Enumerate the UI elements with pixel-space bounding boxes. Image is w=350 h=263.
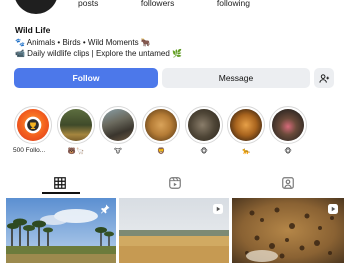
highlight-item[interactable] <box>99 106 137 144</box>
follow-button[interactable]: Follow <box>14 68 158 88</box>
bio-line-1: 🐾 Animals • Birds • Wild Moments 🐂 <box>15 38 151 47</box>
tab-tagged[interactable] <box>281 176 297 190</box>
stat-following-label[interactable]: following <box>217 0 250 8</box>
add-user-icon <box>318 73 329 83</box>
stat-followers-label[interactable]: followers <box>141 0 175 8</box>
profile-name: Wild Life <box>15 25 51 35</box>
message-button[interactable]: Message <box>162 68 310 88</box>
pin-icon <box>101 204 110 214</box>
post-thumbnail[interactable] <box>6 198 116 263</box>
trophy-icon <box>24 116 42 134</box>
profile-stats: posts followers following <box>78 0 250 8</box>
tab-reels[interactable] <box>168 176 184 190</box>
highlight-label: 🐆 <box>241 148 251 155</box>
highlight-item[interactable] <box>57 106 95 144</box>
add-user-button[interactable] <box>314 68 334 88</box>
highlight-item[interactable] <box>227 106 265 144</box>
post-thumbnail[interactable] <box>232 198 344 263</box>
highlight-label: 🐵 <box>284 148 292 155</box>
reels-icon <box>169 177 181 189</box>
grid-icon <box>54 177 66 189</box>
highlight-label: 500 Follo... <box>13 147 46 154</box>
bio-line-2: 📹 Daily wildlife clips | Explore the unt… <box>15 49 182 58</box>
post-thumbnail[interactable] <box>119 198 229 263</box>
highlight-label: 🦁 <box>156 148 166 155</box>
highlight-label: 🐻🦙 <box>67 148 85 155</box>
tab-grid[interactable] <box>53 176 69 190</box>
highlight-label: 🐮 <box>114 148 122 155</box>
highlight-item[interactable] <box>185 106 223 144</box>
highlight-label: 🐵 <box>200 148 208 155</box>
reel-play-icon <box>328 204 338 214</box>
reel-play-icon <box>213 204 223 214</box>
highlight-500-followers[interactable] <box>14 106 52 144</box>
highlight-item[interactable] <box>269 106 307 144</box>
profile-avatar[interactable] <box>14 0 58 14</box>
tagged-icon <box>282 177 294 189</box>
profile-tabs <box>0 172 350 194</box>
stat-posts-label[interactable]: posts <box>78 0 98 8</box>
tab-active-indicator <box>42 192 80 194</box>
highlight-item[interactable] <box>142 106 180 144</box>
